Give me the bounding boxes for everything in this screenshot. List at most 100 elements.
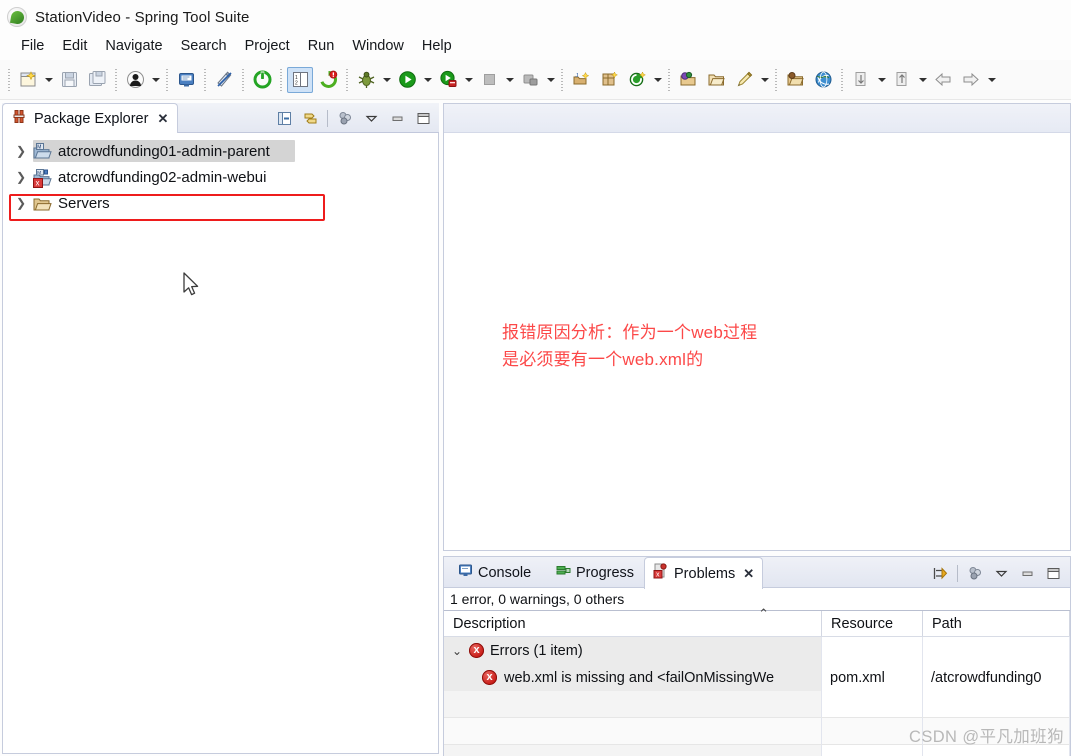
maximize-icon[interactable] xyxy=(1041,562,1065,584)
menu-item-navigate[interactable]: Navigate xyxy=(96,36,171,56)
table-row[interactable]: ⌄ Errors (1 item) xyxy=(444,637,1070,664)
annotation-text: 报错原因分析：作为一个web过程 是必须要有一个web.xml的 xyxy=(502,323,758,369)
next-annotation-dropdown-arrow-icon[interactable] xyxy=(875,67,888,93)
run-as-server-icon[interactable] xyxy=(435,67,461,93)
previous-annotation-icon[interactable] xyxy=(889,67,915,93)
back-arrow-icon[interactable] xyxy=(930,67,956,93)
package-explorer-view: Package Explorer ✕ ❯ M atcrowdfunding01-… xyxy=(2,103,439,754)
save-icon[interactable] xyxy=(56,67,82,93)
open-resource-icon[interactable] xyxy=(703,67,729,93)
svg-text:x: x xyxy=(656,572,660,579)
forward-dropdown-arrow-icon[interactable] xyxy=(985,67,998,93)
spring-leaf-logo-icon xyxy=(7,7,27,27)
close-icon[interactable]: ✕ xyxy=(157,112,168,125)
menu-item-edit[interactable]: Edit xyxy=(53,36,96,56)
editor-canvas[interactable]: 报错原因分析：作为一个web过程 是必须要有一个web.xml的 xyxy=(444,133,1070,550)
toolbar-separator xyxy=(242,68,244,91)
boot-dashboard-icon[interactable] xyxy=(249,67,275,93)
open-web-browser-icon[interactable] xyxy=(810,67,836,93)
run-as-server-dropdown-arrow-icon[interactable] xyxy=(462,67,475,93)
tree-item-atcrowdfunding01-admin-parent[interactable]: ❯ M atcrowdfunding01-admin-parent xyxy=(3,138,438,164)
table-row[interactable]: web.xml is missing and <failOnMissingWe … xyxy=(444,664,1070,691)
view-filter-icon[interactable] xyxy=(963,562,987,584)
debug-dropdown-arrow-icon[interactable] xyxy=(380,67,393,93)
debug-bug-icon[interactable] xyxy=(353,67,379,93)
run-dropdown-arrow-icon[interactable] xyxy=(421,67,434,93)
link-with-editor-icon[interactable] xyxy=(298,107,322,129)
menu-item-search[interactable]: Search xyxy=(172,36,236,56)
open-type-icon[interactable] xyxy=(675,67,701,93)
tab-package-explorer[interactable]: Package Explorer ✕ xyxy=(2,103,179,133)
toolbar-separator xyxy=(346,68,348,91)
run-play-icon[interactable] xyxy=(394,67,420,93)
close-icon[interactable]: ✕ xyxy=(743,567,754,580)
view-filter-icon[interactable] xyxy=(333,107,357,129)
new-wizard-dropdown-arrow-icon[interactable] xyxy=(42,67,55,93)
toolbar-separator xyxy=(115,68,117,91)
previous-annotation-dropdown-arrow-icon[interactable] xyxy=(916,67,929,93)
table-row-empty xyxy=(444,718,1070,745)
user-profile-dropdown-arrow-icon[interactable] xyxy=(149,67,162,93)
svg-text:x: x xyxy=(36,179,40,188)
user-profile-icon[interactable] xyxy=(122,67,148,93)
menu-item-window[interactable]: Window xyxy=(343,36,413,56)
maven-web-project-folder-error-icon: M x xyxy=(33,169,52,188)
save-all-icon[interactable] xyxy=(84,67,110,93)
external-tools-icon[interactable] xyxy=(517,67,543,93)
menu-item-help[interactable]: Help xyxy=(413,36,461,56)
progress-icon xyxy=(556,563,571,583)
terminate-dropdown-arrow-icon[interactable] xyxy=(503,67,516,93)
new-class-dropdown-arrow-icon[interactable] xyxy=(651,67,664,93)
problems-icon: x xyxy=(653,563,669,584)
quick-fix-dropdown-arrow-icon[interactable] xyxy=(758,67,771,93)
cell-path xyxy=(923,745,1070,756)
toolbar-separator xyxy=(957,564,958,582)
svg-text:J: J xyxy=(575,73,578,79)
view-menu-icon[interactable] xyxy=(989,562,1013,584)
chevron-right-icon[interactable]: ❯ xyxy=(15,144,27,158)
new-class-icon[interactable] xyxy=(624,67,650,93)
window-title: StationVideo - Spring Tool Suite xyxy=(35,8,250,26)
tab-problems[interactable]: x Problems ✕ xyxy=(644,557,764,589)
package-explorer-body: ❯ M atcrowdfunding01-admin-parent ❯ M x … xyxy=(2,133,439,754)
focus-on-selection-icon[interactable] xyxy=(928,562,952,584)
menu-bar: File Edit Navigate Search Project Run Wi… xyxy=(0,33,1071,59)
spring-properties-icon[interactable]: 1 2 xyxy=(287,66,313,93)
menu-item-run[interactable]: Run xyxy=(299,36,344,56)
column-header-path[interactable]: Path xyxy=(923,611,1070,636)
minimize-icon[interactable] xyxy=(385,107,409,129)
chevron-right-icon[interactable]: ❯ xyxy=(15,170,27,184)
forward-arrow-icon[interactable] xyxy=(958,67,984,93)
new-package-icon[interactable] xyxy=(596,67,622,93)
new-java-project-icon[interactable]: J xyxy=(568,67,594,93)
minimize-icon[interactable] xyxy=(1015,562,1039,584)
tab-progress[interactable]: Progress xyxy=(548,558,642,588)
chevron-down-icon[interactable]: ⌄ xyxy=(452,644,463,658)
tree-item-servers[interactable]: ❯ Servers xyxy=(3,190,438,216)
chevron-right-icon[interactable]: ❯ xyxy=(15,196,27,210)
package-explorer-tabrow: Package Explorer ✕ xyxy=(2,103,439,133)
column-header-resource[interactable]: Resource xyxy=(822,611,923,636)
quick-fix-pen-icon[interactable] xyxy=(731,67,757,93)
maven-project-folder-icon: M xyxy=(33,143,52,159)
toggle-mark-occurrences-icon[interactable] xyxy=(211,67,237,93)
cell-path xyxy=(923,718,1070,745)
external-tools-dropdown-arrow-icon[interactable] xyxy=(544,67,557,93)
new-wizard-icon[interactable] xyxy=(15,67,41,93)
tab-console[interactable]: Console xyxy=(450,558,539,588)
maximize-icon[interactable] xyxy=(411,107,435,129)
view-menu-icon[interactable] xyxy=(359,107,383,129)
title-bar: StationVideo - Spring Tool Suite xyxy=(0,0,1071,34)
tree-item-atcrowdfunding02-admin-webui[interactable]: ❯ M x atcrowdfunding02-admin-webui xyxy=(3,164,438,190)
collapse-all-icon[interactable] xyxy=(272,107,296,129)
svg-text:2: 2 xyxy=(295,81,298,87)
search-folder-icon[interactable] xyxy=(782,67,808,93)
terminate-stop-icon[interactable] xyxy=(476,67,502,93)
spring-restart-icon[interactable] xyxy=(315,67,341,93)
menu-item-project[interactable]: Project xyxy=(236,36,299,56)
cell-resource xyxy=(822,691,923,718)
column-header-description[interactable]: Description ⌃ xyxy=(444,606,822,636)
next-annotation-icon[interactable] xyxy=(848,67,874,93)
print-icon[interactable] xyxy=(173,67,199,93)
menu-item-file[interactable]: File xyxy=(12,36,53,56)
